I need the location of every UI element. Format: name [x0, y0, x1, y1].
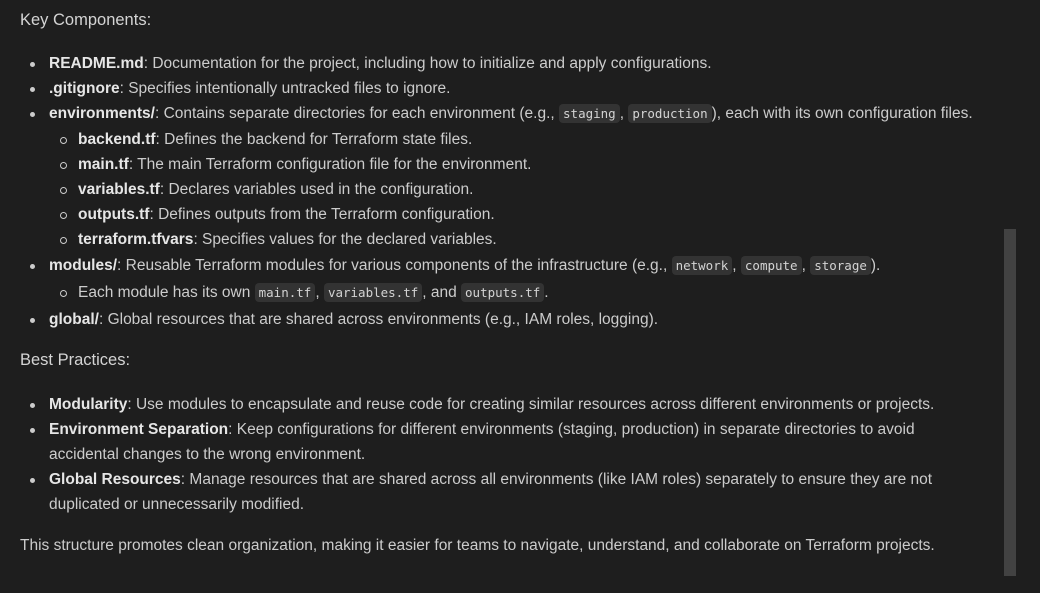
bullet-icon: [30, 87, 35, 92]
inline-code: main.tf: [254, 283, 316, 302]
item-name: main.tf: [78, 156, 129, 173]
practice-environment-separation-cont: accidental changes to the wrong environm…: [30, 445, 365, 465]
item-desc: : Documentation for the project, includi…: [143, 55, 712, 72]
sub-item-module-files: Each module has its own main.tf, variabl…: [60, 283, 549, 303]
item-name: README.md: [49, 55, 144, 72]
circle-bullet-icon: [60, 237, 67, 244]
circle-bullet-icon: [60, 187, 67, 194]
bullet-icon: [30, 318, 35, 323]
item-name: backend.tf: [78, 131, 156, 148]
bullet-icon: [30, 264, 35, 269]
item-desc-cont: duplicated or unnecessarily modified.: [49, 496, 305, 513]
item-name: Environment Separation: [49, 421, 229, 438]
bullet-icon: [30, 62, 35, 67]
inline-code: storage: [810, 256, 871, 275]
separator-text: ,: [315, 284, 324, 301]
inline-code: production: [628, 104, 712, 123]
bullet-icon: [30, 403, 35, 408]
bullet-icon: [30, 428, 35, 433]
item-name: outputs.tf: [78, 206, 150, 223]
item-desc: ).: [870, 257, 881, 274]
item-desc: : Specifies values for the declared vari…: [193, 231, 497, 248]
item-desc: : Keep configurations for different envi…: [228, 421, 915, 438]
sub-item-backend: backend.tf: Defines the backend for Terr…: [60, 130, 472, 150]
bullet-icon: [30, 478, 35, 483]
circle-bullet-icon: [60, 137, 67, 144]
circle-bullet-icon: [60, 212, 67, 219]
sub-item-main: main.tf: The main Terraform configuratio…: [60, 155, 531, 175]
inline-code: network: [671, 256, 733, 275]
separator-text: ,: [801, 257, 811, 274]
item-desc: : The main Terraform configuration file …: [128, 156, 532, 173]
item-name: environments/: [49, 105, 155, 122]
item-desc: ), each with its own configuration files…: [711, 105, 973, 122]
list-item-modules: modules/: Reusable Terraform modules for…: [30, 256, 880, 276]
key-components-heading: Key Components:: [20, 11, 152, 29]
circle-bullet-icon: [60, 162, 67, 169]
item-desc: : Specifies intentionally untracked file…: [119, 80, 451, 97]
item-desc: : Defines outputs from the Terraform con…: [149, 206, 495, 223]
item-name: modules/: [49, 257, 118, 274]
list-item-gitignore: .gitignore: Specifies intentionally untr…: [30, 79, 450, 99]
inline-code: variables.tf: [323, 283, 423, 302]
practice-global-resources: Global Resources: Manage resources that …: [30, 470, 932, 490]
separator-text: , and: [422, 284, 462, 301]
list-item-environments: environments/: Contains separate directo…: [30, 104, 973, 124]
item-desc: : Declares variables used in the configu…: [159, 181, 474, 198]
vertical-scrollbar[interactable]: [1004, 229, 1016, 576]
item-desc: : Manage resources that are shared acros…: [180, 471, 933, 488]
item-desc: .: [544, 284, 549, 301]
item-desc: Each module has its own: [78, 284, 255, 301]
summary-paragraph: This structure promotes clean organizati…: [20, 537, 935, 554]
inline-code: compute: [740, 256, 802, 275]
list-item-global: global/: Global resources that are share…: [30, 310, 658, 330]
item-desc: : Contains separate directories for each…: [154, 105, 560, 122]
best-practices-heading: Best Practices:: [20, 351, 131, 369]
item-desc: : Reusable Terraform modules for various…: [117, 257, 672, 274]
item-desc: : Defines the backend for Terraform stat…: [155, 131, 473, 148]
item-name: Modularity: [49, 396, 128, 413]
item-desc: : Use modules to encapsulate and reuse c…: [127, 396, 935, 413]
inline-code: staging: [559, 104, 620, 123]
item-name: variables.tf: [78, 181, 160, 198]
practice-environment-separation: Environment Separation: Keep configurati…: [30, 420, 915, 440]
item-name: .gitignore: [49, 80, 120, 97]
sub-item-tfvars: terraform.tfvars: Specifies values for t…: [60, 230, 497, 250]
item-name: Global Resources: [49, 471, 181, 488]
circle-bullet-icon: [60, 290, 67, 297]
item-name: global/: [49, 311, 99, 328]
practice-modularity: Modularity: Use modules to encapsulate a…: [30, 395, 934, 415]
practice-global-resources-cont: duplicated or unnecessarily modified.: [30, 495, 304, 515]
bullet-icon: [30, 112, 35, 117]
item-desc-cont: accidental changes to the wrong environm…: [49, 446, 366, 463]
item-desc: : Global resources that are shared acros…: [98, 311, 659, 328]
item-name: terraform.tfvars: [78, 231, 194, 248]
sub-item-outputs: outputs.tf: Defines outputs from the Ter…: [60, 205, 495, 225]
list-item-readme: README.md: Documentation for the project…: [30, 54, 712, 74]
sub-item-variables: variables.tf: Declares variables used in…: [60, 180, 473, 200]
inline-code: outputs.tf: [461, 283, 545, 302]
separator-text: ,: [732, 257, 741, 274]
